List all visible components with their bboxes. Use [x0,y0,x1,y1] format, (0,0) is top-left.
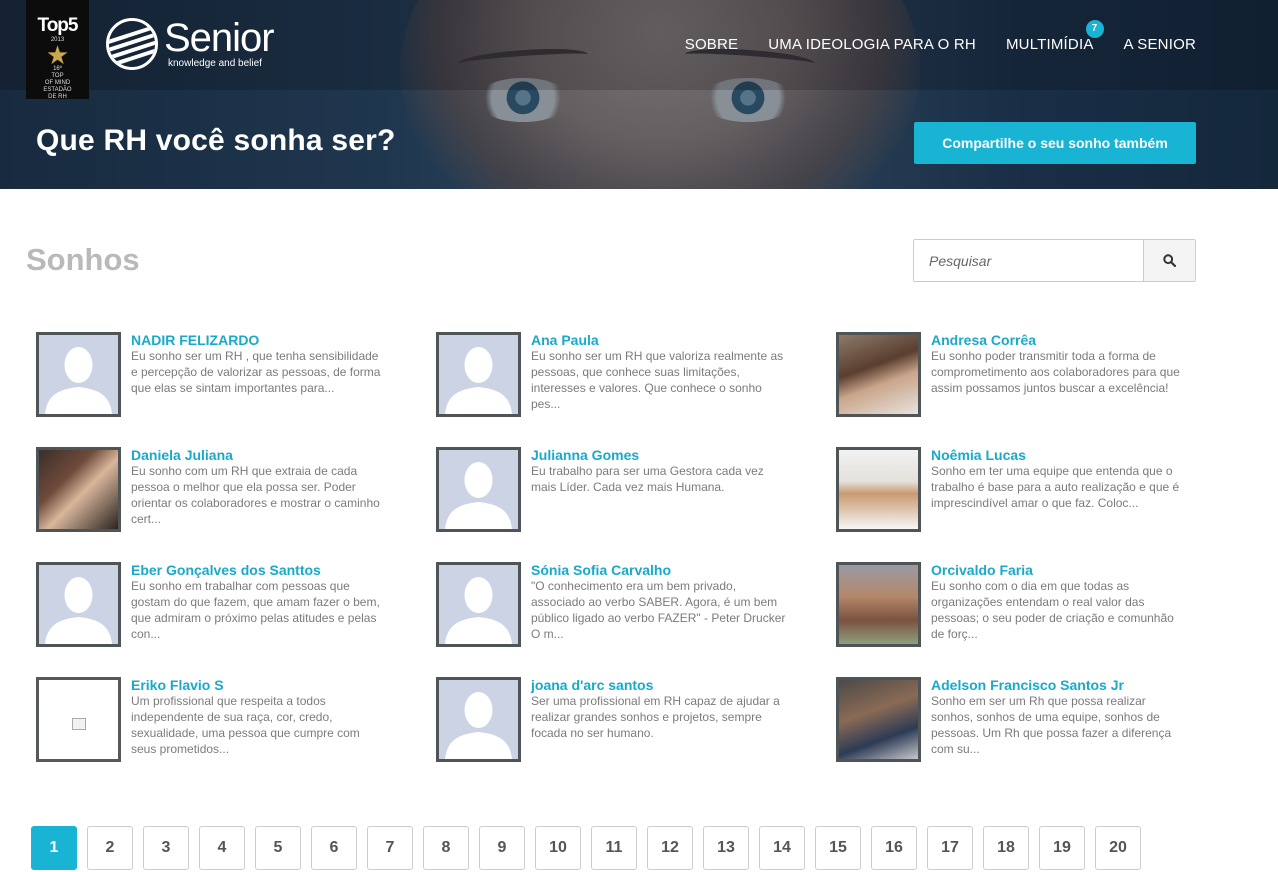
dream-card[interactable]: Sónia Sofia Carvalho "O conhecimento era … [436,562,816,662]
award-star-icon: ★ [45,40,70,70]
dream-card[interactable]: Noêmia Lucas Sonho em ter uma equipe que … [836,447,1216,547]
senior-logo[interactable]: Senior knowledge and belief [106,14,275,74]
dream-excerpt: Eu sonho com o dia em que todas as organ… [931,579,1174,641]
avatar-placeholder[interactable] [436,562,521,647]
dream-card[interactable]: Eber Gonçalves dos Santtos Eu sonho em tr… [36,562,416,662]
nav-a-senior[interactable]: A SENIOR [1124,36,1196,53]
page-9-button[interactable]: 9 [479,826,525,870]
dream-excerpt: Eu sonho com um RH que extraia de cada p… [131,464,380,526]
dream-card[interactable]: Julianna Gomes Eu trabalho para ser uma G… [436,447,816,547]
hero-title: Que RH você sonha ser? [36,124,396,157]
page-11-button[interactable]: 11 [591,826,637,870]
page-10-button[interactable]: 10 [535,826,581,870]
dream-excerpt: Eu sonho em trabalhar com pessoas que go… [131,579,380,641]
search-icon [1163,254,1176,267]
page-8-button[interactable]: 8 [423,826,469,870]
nav-sobre[interactable]: SOBRE [685,36,739,53]
dream-author-name[interactable]: Ana Paula [531,332,599,348]
main-nav: SOBRE UMA IDEOLOGIA PARA O RH MULTIMÍDIA… [685,20,1196,53]
page-14-button[interactable]: 14 [759,826,805,870]
avatar-placeholder[interactable] [436,677,521,762]
pagination: 1 2 3 4 5 6 7 8 9 10 11 12 13 14 15 16 17 18 19 20 [31,826,1141,870]
dream-author-name[interactable]: Noêmia Lucas [931,447,1026,463]
dream-excerpt: "O conhecimento era um bem privado, asso… [531,579,786,641]
dream-author-name[interactable]: Orcivaldo Faria [931,562,1033,578]
dream-author-name[interactable]: Daniela Juliana [131,447,233,463]
page-16-button[interactable]: 16 [871,826,917,870]
avatar-photo[interactable] [836,447,921,532]
page-1-button[interactable]: 1 [31,826,77,870]
avatar-placeholder[interactable] [36,332,121,417]
page-5-button[interactable]: 5 [255,826,301,870]
multimidia-count-badge: 7 [1085,20,1104,38]
dream-excerpt: Sonho em ter uma equipe que entenda que … [931,464,1180,510]
dream-card[interactable]: Daniela Juliana Eu sonho com um RH que ex… [36,447,416,547]
dream-card[interactable]: joana d'arc santos Ser uma profissional e… [436,677,816,777]
page-17-button[interactable]: 17 [927,826,973,870]
brand-tagline: knowledge and belief [168,58,262,69]
page-6-button[interactable]: 6 [311,826,357,870]
share-dream-button[interactable]: Compartilhe o seu sonho também [914,122,1196,164]
top5-award-badge[interactable]: Top5 2013 ★ 16º TOP OF MIND ESTADÃO DE R… [26,0,89,100]
dream-excerpt: Eu sonho poder transmitir toda a forma d… [931,349,1180,395]
brand-name: Senior [164,16,275,60]
page-18-button[interactable]: 18 [983,826,1029,870]
dream-excerpt: Eu sonho ser um RH , que tenha sensibili… [131,349,381,395]
dream-author-name[interactable]: Eber Gonçalves dos Santtos [131,562,321,578]
page-19-button[interactable]: 19 [1039,826,1085,870]
dream-author-name[interactable]: Julianna Gomes [531,447,639,463]
dream-card[interactable]: Eriko Flavio S Um profissional que respei… [36,677,416,777]
avatar-photo[interactable] [36,447,121,532]
avatar-placeholder[interactable] [436,332,521,417]
dream-author-name[interactable]: Adelson Francisco Santos Jr [931,677,1124,693]
dream-card[interactable]: NADIR FELIZARDO Eu sonho ser um RH , que … [36,332,416,432]
nav-multimidia[interactable]: MULTIMÍDIA 7 [1006,20,1104,53]
avatar-broken-image-icon[interactable] [36,677,121,762]
dream-excerpt: Eu trabalho para ser uma Gestora cada ve… [531,464,764,494]
senior-logo-icon [106,18,158,70]
dream-author-name[interactable]: joana d'arc santos [531,677,653,693]
dream-card[interactable]: Ana Paula Eu sonho ser um RH que valoriza… [436,332,816,432]
page-13-button[interactable]: 13 [703,826,749,870]
dream-excerpt: Um profissional que respeita a todos ind… [131,694,360,756]
nav-ideologia[interactable]: UMA IDEOLOGIA PARA O RH [768,36,976,53]
page-12-button[interactable]: 12 [647,826,693,870]
page-2-button[interactable]: 2 [87,826,133,870]
page-4-button[interactable]: 4 [199,826,245,870]
page-20-button[interactable]: 20 [1095,826,1141,870]
page-3-button[interactable]: 3 [143,826,189,870]
dream-excerpt: Eu sonho ser um RH que valoriza realment… [531,349,784,411]
page-15-button[interactable]: 15 [815,826,861,870]
avatar-placeholder[interactable] [436,447,521,532]
search-input[interactable] [914,240,1143,281]
dream-card[interactable]: Andresa Corrêa Eu sonho poder transmitir … [836,332,1216,432]
avatar-placeholder[interactable] [36,562,121,647]
avatar-photo[interactable] [836,562,921,647]
dream-author-name[interactable]: Andresa Corrêa [931,332,1036,348]
page-7-button[interactable]: 7 [367,826,413,870]
dream-author-name[interactable]: Sónia Sofia Carvalho [531,562,671,578]
dream-card[interactable]: Orcivaldo Faria Eu sonho com o dia em que… [836,562,1216,662]
dream-card[interactable]: Adelson Francisco Santos Jr Sonho em ser … [836,677,1216,777]
section-title: Sonhos [26,242,140,277]
search-bar [913,239,1196,282]
dream-author-name[interactable]: NADIR FELIZARDO [131,332,259,348]
dream-excerpt: Sonho em ser um Rh que possa realizar so… [931,694,1172,756]
avatar-photo[interactable] [836,332,921,417]
dream-author-name[interactable]: Eriko Flavio S [131,677,224,693]
search-button[interactable] [1143,240,1195,281]
avatar-photo[interactable] [836,677,921,762]
dream-excerpt: Ser uma profissional em RH capaz de ajud… [531,694,780,740]
